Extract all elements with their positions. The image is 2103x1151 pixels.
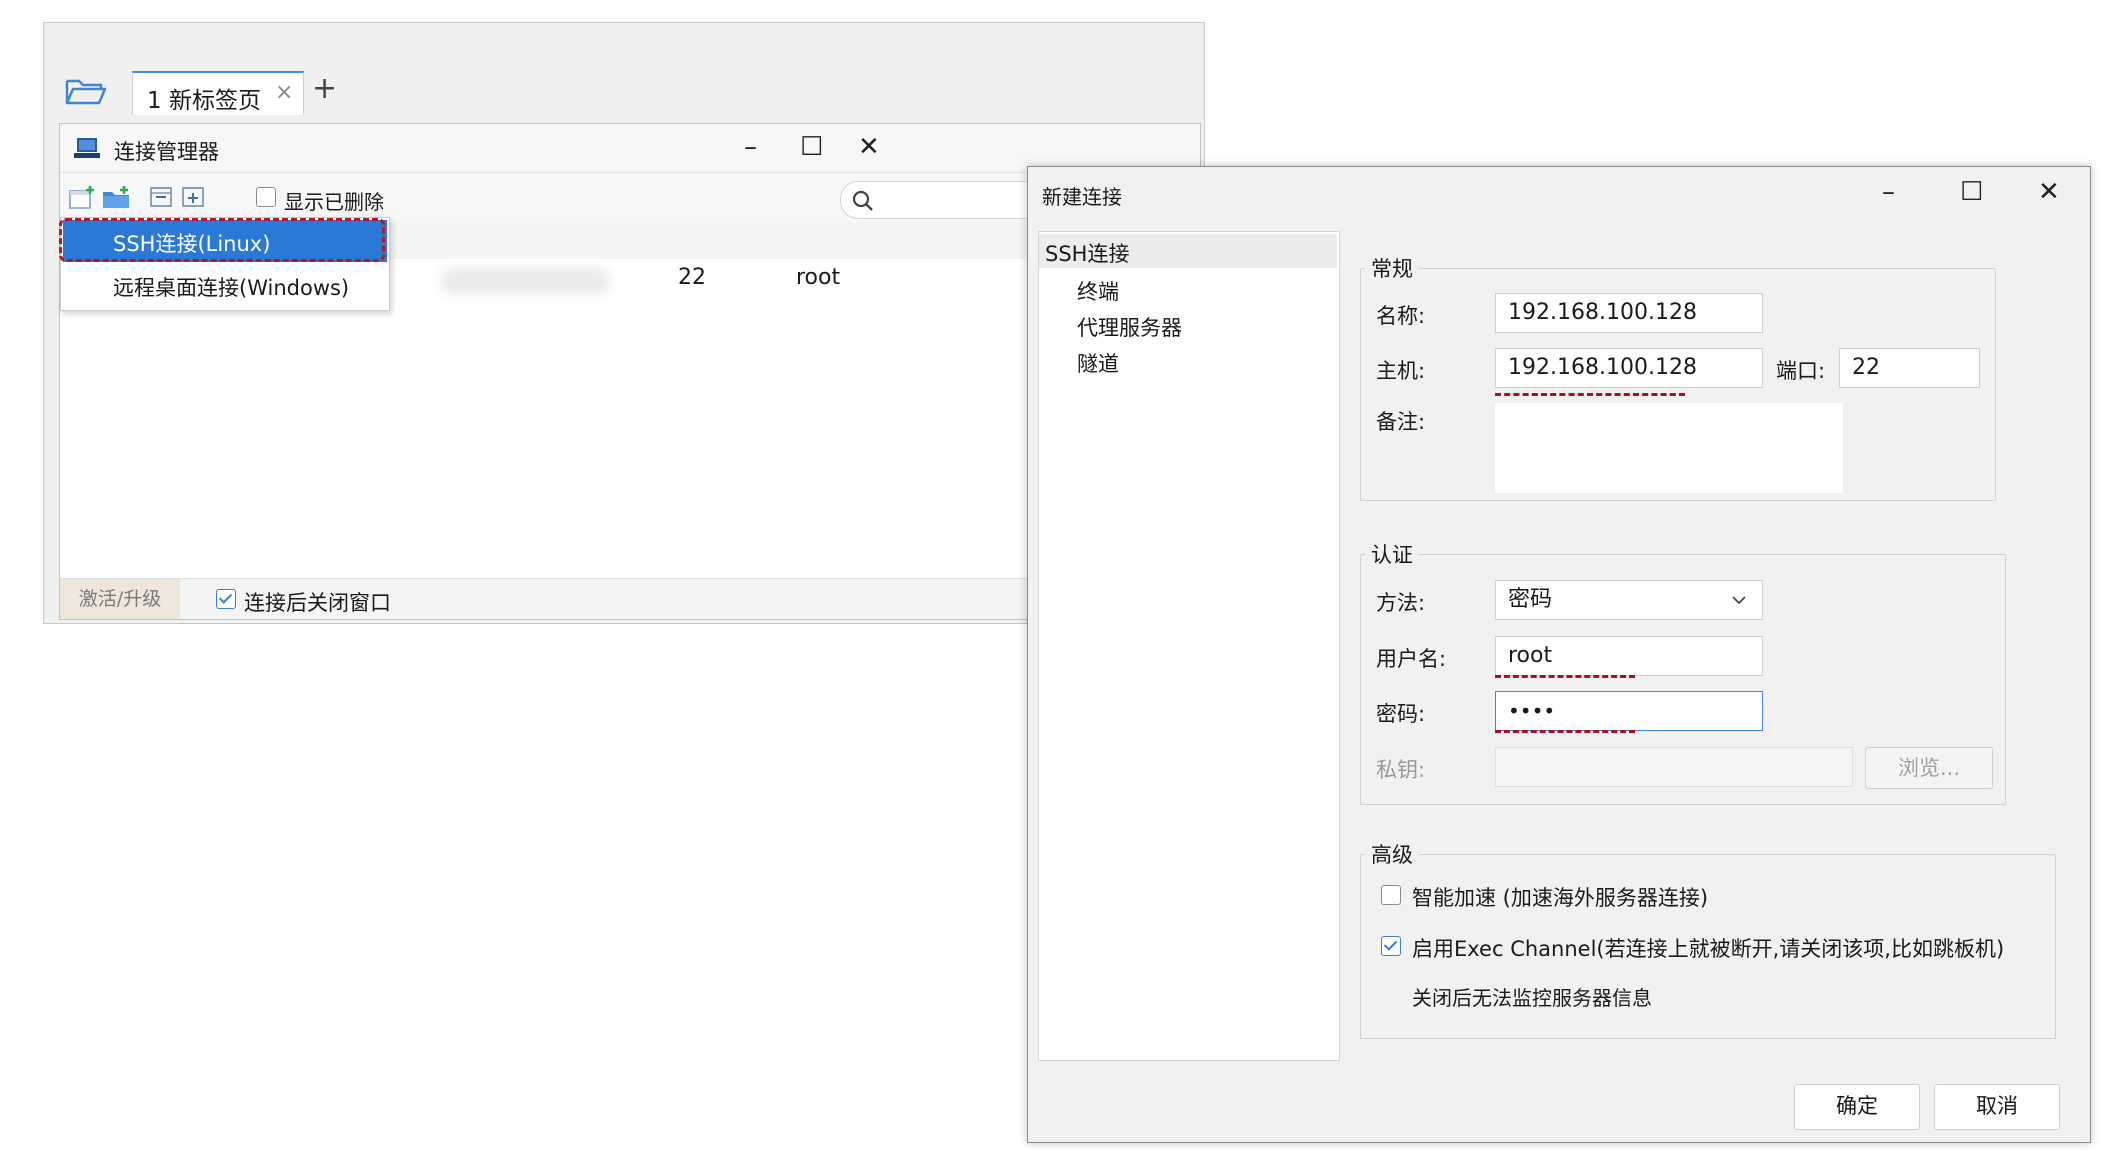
close-after-connect-checkbox[interactable]: [216, 589, 236, 609]
smart-accel-checkbox[interactable]: [1381, 885, 1401, 905]
blurred-host: [440, 267, 610, 295]
close-button[interactable]: ✕: [858, 132, 880, 162]
tab-close-icon[interactable]: ×: [275, 80, 293, 105]
group-legend: 常规: [1371, 257, 1413, 281]
underline-annotation: [1495, 675, 1635, 678]
method-value: 密码: [1508, 587, 1553, 612]
new-connection-dialog: 新建连接 – ☐ ✕ SSH连接 终端 代理服务器 隧道 常规 名称: 192.…: [1027, 166, 2091, 1143]
row-port: 22: [678, 265, 706, 290]
close-button[interactable]: ✕: [2038, 177, 2060, 207]
title-bar: 连接管理器 – ☐ ✕: [60, 124, 1200, 172]
settings-nav: SSH连接 终端 代理服务器 隧道: [1038, 231, 1340, 1061]
dialog-title: 新建连接: [1042, 185, 1122, 209]
username-label: 用户名:: [1376, 647, 1447, 671]
port-field[interactable]: 22: [1839, 348, 1980, 388]
password-label: 密码:: [1376, 702, 1426, 726]
chevron-down-icon: [1732, 596, 1746, 605]
private-key-field: [1495, 747, 1853, 787]
open-folder-icon[interactable]: [64, 73, 108, 109]
ok-button[interactable]: 确定: [1794, 1084, 1920, 1130]
browse-button: 浏览...: [1865, 747, 1993, 789]
exec-channel-label: 启用Exec Channel(若连接上就被断开,请关闭该项,比如跳板机): [1412, 937, 2005, 961]
expand-all-icon[interactable]: [182, 187, 204, 207]
password-field[interactable]: ••••: [1495, 691, 1763, 731]
private-key-label: 私钥:: [1376, 758, 1426, 782]
port-label: 端口:: [1776, 359, 1826, 383]
nav-item-ssh[interactable]: SSH连接: [1039, 234, 1337, 268]
minimize-button[interactable]: –: [1882, 177, 1895, 207]
show-deleted-checkbox[interactable]: [256, 187, 276, 207]
exec-channel-checkbox[interactable]: [1381, 936, 1401, 956]
nav-item-terminal[interactable]: 终端: [1077, 276, 1119, 306]
name-field[interactable]: 192.168.100.128: [1495, 293, 1763, 333]
new-connection-menu: SSH连接(Linux) 远程桌面连接(Windows): [59, 217, 390, 311]
exec-channel-note: 关闭后无法监控服务器信息: [1412, 986, 1652, 1010]
underline-annotation: [1495, 393, 1685, 396]
window-title: 连接管理器: [114, 140, 219, 164]
group-legend: 高级: [1371, 843, 1413, 867]
minimize-button[interactable]: –: [744, 132, 757, 162]
username-field[interactable]: root: [1495, 636, 1763, 676]
name-label: 名称:: [1376, 304, 1426, 328]
note-field[interactable]: [1495, 403, 1843, 493]
connection-manager-icon: [74, 136, 100, 160]
smart-accel-label: 智能加速 (加速海外服务器连接): [1412, 886, 1709, 910]
tab-label: 1 新标签页: [147, 88, 261, 114]
group-legend: 认证: [1371, 543, 1413, 567]
nav-item-tunnel[interactable]: 隧道: [1077, 348, 1119, 378]
host-label: 主机:: [1376, 359, 1426, 383]
nav-item-proxy[interactable]: 代理服务器: [1077, 312, 1182, 342]
collapse-all-icon[interactable]: [150, 187, 172, 207]
tab-new-tab[interactable]: 1 新标签页 ×: [132, 71, 304, 115]
close-after-connect-label: 连接后关闭窗口: [244, 591, 391, 615]
underline-annotation: [1495, 730, 1635, 733]
highlight-annotation: [59, 218, 385, 262]
new-connection-icon[interactable]: [68, 185, 96, 211]
nav-item-label: SSH连接: [1045, 242, 1130, 266]
maximize-button[interactable]: ☐: [1960, 177, 1983, 207]
cancel-button[interactable]: 取消: [1934, 1084, 2060, 1130]
maximize-button[interactable]: ☐: [800, 132, 823, 162]
add-tab-button[interactable]: +: [312, 71, 337, 106]
method-label: 方法:: [1376, 591, 1426, 615]
activate-upgrade-button[interactable]: 激活/升级: [60, 579, 180, 619]
show-deleted-label: 显示已删除: [284, 190, 384, 214]
menu-item-label: 远程桌面连接(Windows): [113, 276, 350, 300]
row-user: root: [796, 265, 841, 290]
method-select[interactable]: 密码: [1495, 580, 1763, 620]
note-label: 备注:: [1376, 410, 1426, 434]
new-folder-icon[interactable]: [102, 185, 132, 211]
host-field[interactable]: 192.168.100.128: [1495, 348, 1763, 388]
menu-item-rdp[interactable]: 远程桌面连接(Windows): [63, 264, 387, 306]
search-icon: [851, 189, 875, 213]
